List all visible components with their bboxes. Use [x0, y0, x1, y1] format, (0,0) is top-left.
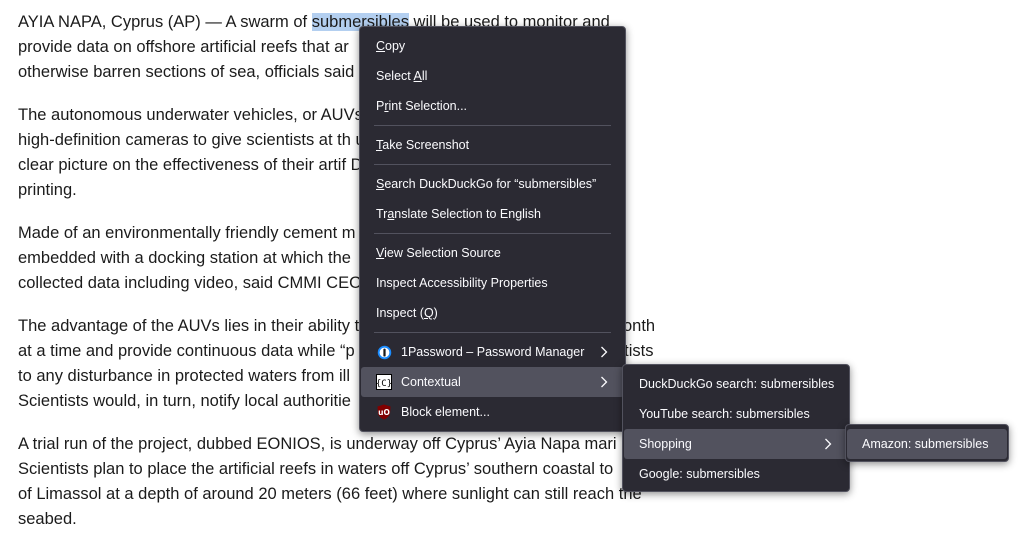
- label-part: Select: [376, 69, 414, 83]
- chevron-right-icon: [824, 429, 832, 459]
- label-part: opy: [385, 39, 406, 53]
- paragraph-line: Scientists plan to place the artificial …: [18, 460, 614, 478]
- contextual-icon: {C}: [376, 374, 392, 390]
- text-run: high-definition cameras to give scientis…: [18, 131, 393, 149]
- menu-separator: [374, 233, 611, 234]
- label-part: ake Screenshot: [382, 138, 470, 152]
- paragraph-5: A trial run of the project, dubbed EONIO…: [18, 432, 668, 532]
- menu-item-print-selection[interactable]: Print Selection...: [361, 91, 624, 121]
- menu-separator: [374, 125, 611, 126]
- label-part: Tr: [376, 207, 388, 221]
- menu-item-inspect[interactable]: Inspect (Q): [361, 298, 624, 328]
- paragraph-line: seabed.: [18, 510, 77, 528]
- paragraph-line: A trial run of the project, dubbed EONIO…: [18, 435, 617, 453]
- submenu-item-duckduckgo-search[interactable]: DuckDuckGo search: submersibles: [624, 369, 848, 399]
- menu-item-inspect-accessibility[interactable]: Inspect Accessibility Properties: [361, 268, 624, 298]
- menu-item-contextual[interactable]: {C} Contextual: [361, 367, 624, 397]
- menu-item-select-all[interactable]: Select All: [361, 61, 624, 91]
- paragraph-4-right-fragment-1: onth: [623, 317, 656, 335]
- label-part: ll: [421, 69, 428, 83]
- text-run: clear picture on the effectiveness of th…: [18, 156, 363, 174]
- label-part: Inspect Accessibility Properties: [376, 276, 548, 290]
- menu-item-label: Amazon: submersibles: [862, 437, 989, 451]
- access-key: C: [376, 39, 386, 53]
- menu-item-block-element[interactable]: uO Block element...: [361, 397, 624, 427]
- menu-item-view-selection-source[interactable]: View Selection Source: [361, 238, 624, 268]
- chevron-right-icon: [600, 367, 608, 397]
- contextual-submenu: DuckDuckGo search: submersibles YouTube …: [622, 364, 850, 492]
- menu-separator: [374, 332, 611, 333]
- menu-item-label: DuckDuckGo search: submersibles: [639, 377, 835, 391]
- paragraph-line: of Limassol at a depth of around 20 mete…: [18, 485, 642, 503]
- label-part: iew Selection Source: [384, 246, 501, 260]
- svg-text:uO: uO: [378, 408, 390, 417]
- menu-item-label: Contextual: [401, 375, 461, 389]
- menu-item-label: YouTube search: submersibles: [639, 407, 810, 421]
- menu-item-translate-selection[interactable]: Translate Selection to English: [361, 199, 624, 229]
- menu-item-label: Google: submersibles: [639, 467, 760, 481]
- menu-item-take-screenshot[interactable]: Take Screenshot: [361, 130, 624, 160]
- chevron-right-icon: [600, 337, 608, 367]
- label-part: ): [433, 306, 438, 320]
- ublock-origin-icon: uO: [376, 404, 392, 420]
- menu-separator: [374, 164, 611, 165]
- label-part: Inspect (: [376, 306, 424, 320]
- label-part: earch DuckDuckGo for “submersibles”: [384, 177, 597, 191]
- label-part: nslate Selection to English: [394, 207, 541, 221]
- menu-item-1password[interactable]: 1Password – Password Manager: [361, 337, 624, 367]
- access-key: Q: [423, 306, 434, 320]
- text-run: AYIA NAPA, Cyprus (AP) — A swarm of: [18, 13, 312, 31]
- submenu-item-shopping[interactable]: Shopping: [624, 429, 848, 459]
- shopping-submenu: Amazon: submersibles: [845, 424, 1009, 462]
- menu-item-label: 1Password – Password Manager: [401, 345, 585, 359]
- submenu-item-google[interactable]: Google: submersibles: [624, 459, 848, 489]
- label-part: int Selection...: [388, 99, 468, 113]
- access-key: V: [376, 246, 385, 260]
- context-menu: Copy Select All Print Selection... Take …: [359, 26, 626, 432]
- menu-item-label: Shopping: [639, 437, 692, 451]
- submenu-item-youtube-search[interactable]: YouTube search: submersibles: [624, 399, 848, 429]
- access-key: A: [413, 69, 422, 83]
- menu-item-search-duckduckgo[interactable]: Search DuckDuckGo for “submersibles”: [361, 169, 624, 199]
- onepassword-icon: [376, 344, 392, 360]
- submenu-item-amazon[interactable]: Amazon: submersibles: [847, 429, 1007, 459]
- menu-item-copy[interactable]: Copy: [361, 31, 624, 61]
- svg-text:{C}: {C}: [376, 379, 392, 389]
- menu-item-label: Block element...: [401, 405, 490, 419]
